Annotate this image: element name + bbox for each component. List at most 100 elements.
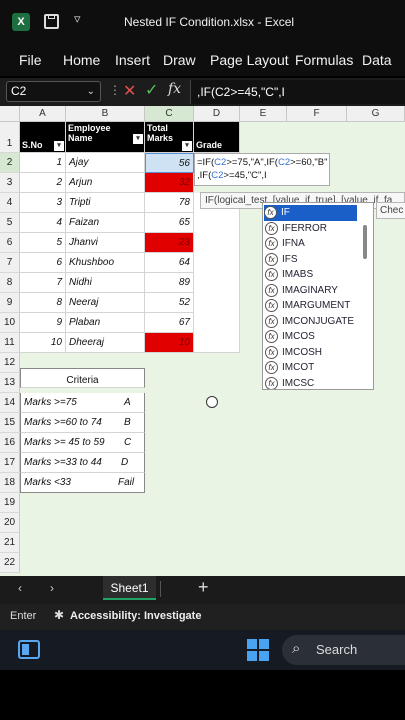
cell-marks[interactable]: 52 — [145, 293, 194, 313]
row-header-16[interactable]: 16 — [0, 433, 20, 453]
cell-name[interactable]: Faizan — [66, 213, 145, 233]
name-box[interactable]: C2 ⌄ — [6, 81, 101, 102]
cell-name[interactable]: Tripti — [66, 193, 145, 213]
row-header-9[interactable]: 9 — [0, 293, 20, 313]
row-header-20[interactable]: 20 — [0, 513, 20, 533]
row-header-19[interactable]: 19 — [0, 493, 20, 513]
cell-marks[interactable]: 23 — [145, 233, 194, 253]
cell-sno[interactable]: 10 — [20, 333, 66, 353]
cell-name[interactable]: Plaban — [66, 313, 145, 333]
row-header-13[interactable]: 13 — [0, 373, 20, 393]
chevron-down-icon[interactable]: ⌄ — [87, 82, 95, 101]
cell-marks[interactable]: 67 — [145, 313, 194, 333]
row-header-21[interactable]: 21 — [0, 533, 20, 553]
column-header-e[interactable]: E — [240, 106, 287, 122]
cell-sno[interactable]: 3 — [20, 193, 66, 213]
column-header-f[interactable]: F — [287, 106, 347, 122]
criteria-row[interactable]: Marks >=75 A — [20, 393, 145, 413]
row-header-8[interactable]: 8 — [0, 273, 20, 293]
autocomplete-item[interactable]: fx IMCSC — [265, 376, 314, 389]
autocomplete-item[interactable]: fx IMAGINARY — [265, 283, 338, 299]
accessibility-status[interactable]: Accessibility: Investigate — [70, 610, 201, 622]
more-options-icon[interactable]: ⋮ — [109, 83, 121, 97]
scroll-right-icon[interactable]: › — [50, 581, 54, 595]
grade-cell-empty[interactable] — [194, 193, 240, 353]
tab-home[interactable]: Home — [63, 52, 100, 68]
cell-sno[interactable]: 8 — [20, 293, 66, 313]
row-header-1[interactable]: 1 — [0, 122, 20, 153]
row-header-15[interactable]: 15 — [0, 413, 20, 433]
autocomplete-item[interactable]: fx IFS — [265, 252, 298, 268]
autocomplete-item[interactable]: fx IMCOS — [265, 329, 315, 345]
cancel-formula-icon[interactable]: ✕ — [123, 81, 136, 101]
row-header-22[interactable]: 22 — [0, 553, 20, 573]
row-header-5[interactable]: 5 — [0, 213, 20, 233]
row-header-6[interactable]: 6 — [0, 233, 20, 253]
cell-marks[interactable]: 89 — [145, 273, 194, 293]
cell-marks[interactable]: 64 — [145, 253, 194, 273]
cell-sno[interactable]: 7 — [20, 273, 66, 293]
autocomplete-item[interactable]: fx IFERROR — [265, 221, 327, 237]
column-header-c[interactable]: C — [145, 106, 194, 122]
cell-name[interactable]: Ajay — [66, 153, 145, 173]
row-header-3[interactable]: 3 — [0, 173, 20, 193]
cell-sno[interactable]: 6 — [20, 253, 66, 273]
enter-formula-icon[interactable]: ✓ — [145, 80, 158, 100]
tab-page-layout[interactable]: Page Layout — [210, 52, 289, 68]
autocomplete-scrollbar[interactable] — [363, 225, 367, 259]
tab-file[interactable]: File — [19, 52, 42, 68]
cell-sno[interactable]: 5 — [20, 233, 66, 253]
customize-toolbar-icon[interactable]: ▿ — [74, 11, 81, 27]
row-header-10[interactable]: 10 — [0, 313, 20, 333]
column-header-d[interactable]: D — [194, 106, 240, 122]
in-cell-editor[interactable]: =IF(C2>=75,"A",IF(C2>=60,"B" ,IF(C2>=45,… — [194, 153, 330, 186]
autocomplete-item[interactable]: fx IFNA — [265, 236, 305, 252]
row-header-7[interactable]: 7 — [0, 253, 20, 273]
insert-function-icon[interactable]: fx — [168, 81, 181, 97]
cell-marks[interactable]: 32 — [145, 173, 194, 193]
select-all-corner[interactable] — [0, 106, 20, 122]
cell-name[interactable]: Dheeraj — [66, 333, 145, 353]
header-grade[interactable]: Grade — [194, 122, 240, 153]
scroll-left-icon[interactable]: ‹ — [18, 581, 22, 595]
tab-insert[interactable]: Insert — [115, 52, 150, 68]
cell-sno[interactable]: 1 — [20, 153, 66, 173]
cell-name[interactable]: Neeraj — [66, 293, 145, 313]
row-header-11[interactable]: 11 — [0, 333, 20, 353]
add-sheet-icon[interactable]: + — [198, 577, 209, 598]
formula-input[interactable]: ,IF(C2>=45,"C",I — [190, 80, 405, 104]
row-header-2[interactable]: 2 — [0, 153, 20, 173]
cell-marks[interactable]: 78 — [145, 193, 194, 213]
cell-name[interactable]: Khushboo — [66, 253, 145, 273]
cell-marks-selected[interactable]: 56 — [145, 153, 194, 173]
sheet-tab-sheet1[interactable]: Sheet1 — [103, 576, 156, 600]
tab-draw[interactable]: Draw — [163, 52, 196, 68]
autocomplete-item[interactable]: fx IMCOSH — [265, 345, 322, 361]
cell-marks[interactable]: 10 — [145, 333, 194, 353]
header-employee-name[interactable]: Employee Name ▾ — [66, 122, 145, 153]
taskbar-search-box[interactable]: ⌕ Search — [282, 635, 405, 665]
row-header-18[interactable]: 18 — [0, 473, 20, 493]
cell-sno[interactable]: 9 — [20, 313, 66, 333]
row-header-12[interactable]: 12 — [0, 353, 20, 373]
tab-formulas[interactable]: Formulas — [295, 52, 353, 68]
worksheet-grid[interactable]: A B C D E F G 1 2 3 4 5 6 7 8 9 10 11 12… — [0, 106, 405, 576]
header-total-marks[interactable]: Total Marks ▾ — [145, 122, 194, 153]
windows-start-icon[interactable] — [247, 639, 269, 661]
column-header-a[interactable]: A — [20, 106, 66, 122]
criteria-row[interactable]: Marks >=33 to 44 D — [20, 453, 145, 473]
cell-name[interactable]: Arjun — [66, 173, 145, 193]
function-autocomplete-list[interactable]: fx IF fx IFERROR fx IFNA fx IFS fx IMABS fx IM… — [262, 202, 374, 390]
row-header-4[interactable]: 4 — [0, 193, 20, 213]
autocomplete-item[interactable]: fx IMCOT — [265, 360, 314, 376]
row-header-14[interactable]: 14 — [0, 393, 20, 413]
criteria-row[interactable]: Marks >=60 to 74 B — [20, 413, 145, 433]
autocomplete-item[interactable]: fx IMABS — [265, 267, 313, 283]
filter-dropdown-icon[interactable]: ▾ — [54, 141, 64, 151]
criteria-row[interactable]: Marks >= 45 to 59 C — [20, 433, 145, 453]
criteria-row[interactable]: Marks <33 Fail — [20, 473, 145, 493]
cell-marks[interactable]: 65 — [145, 213, 194, 233]
filter-dropdown-icon[interactable]: ▾ — [182, 141, 192, 151]
column-header-b[interactable]: B — [66, 106, 145, 122]
autocomplete-item[interactable]: fx IMCONJUGATE — [265, 314, 354, 330]
